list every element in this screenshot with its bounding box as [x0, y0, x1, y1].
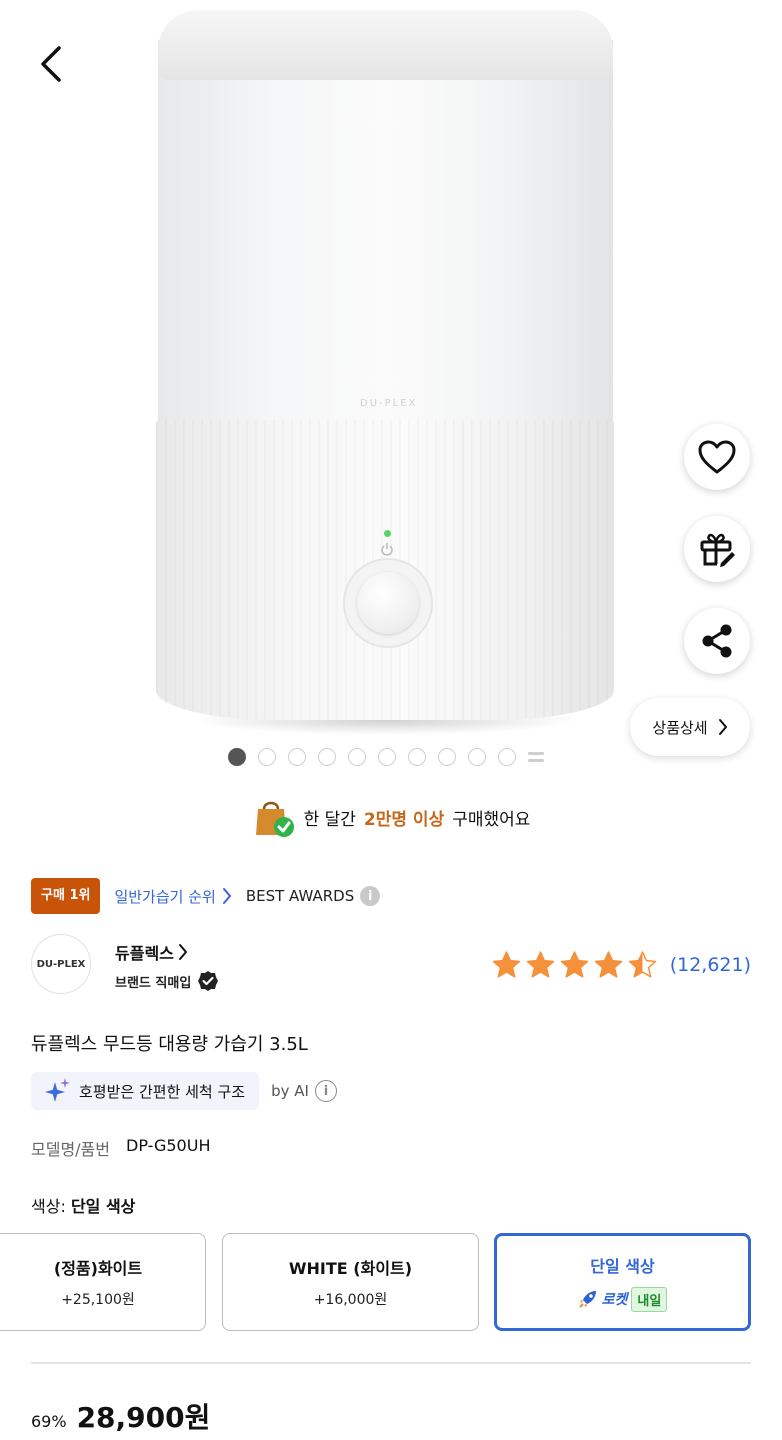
star-rating — [491, 950, 658, 979]
ai-summary-row: 호평받은 간편한 세척 구조 by AI i — [31, 1072, 337, 1110]
color-selected: 단일 색상 — [70, 1197, 136, 1216]
chevron-right-icon — [222, 888, 231, 904]
sparkle-icon — [45, 1078, 70, 1102]
share-button[interactable] — [684, 608, 750, 674]
star-icon — [560, 951, 588, 978]
carousel-indicator — [228, 748, 544, 766]
carousel-dot[interactable] — [288, 748, 306, 766]
info-icon[interactable]: i — [314, 1080, 337, 1102]
best-awards-link[interactable]: BEST AWARDS i — [245, 886, 381, 906]
model-value: DP-G50UH — [126, 1136, 211, 1155]
star-icon — [492, 951, 520, 978]
share-icon — [702, 624, 732, 658]
chevron-right-icon — [178, 944, 187, 960]
color-label: 색상: — [31, 1197, 66, 1216]
badge-row: 구매 1위 일반가습기 순위 BEST AWARDS i — [31, 878, 381, 914]
banner-highlight: 2만명 이상 — [363, 809, 445, 830]
option-card[interactable]: WHITE (화이트) +16,000원 — [222, 1233, 479, 1331]
category-rank-link[interactable]: 일반가습기 순위 — [114, 886, 231, 907]
star-icon — [594, 951, 622, 978]
back-button[interactable] — [24, 36, 80, 92]
ai-summary-text: 호평받은 간편한 세척 구조 — [79, 1082, 246, 1101]
model-row: 모델명/품번 DP-G50UH — [31, 1136, 210, 1160]
product-image-area: DU-PLEX 상품상세 — [0, 0, 782, 790]
carousel-dot[interactable] — [438, 748, 456, 766]
info-icon: i — [360, 886, 381, 906]
verified-icon — [198, 971, 219, 991]
heart-icon — [698, 440, 736, 474]
option-name: 단일 색상 — [590, 1256, 655, 1276]
option-list: (정품)화이트 +25,100원 WHITE (화이트) +16,000원 단일… — [0, 1233, 782, 1333]
banner-suffix: 구매했어요 — [452, 809, 531, 830]
shopping-bag-check-icon — [255, 801, 294, 837]
carousel-dot[interactable] — [498, 748, 516, 766]
option-card[interactable]: (정품)화이트 +25,100원 — [0, 1233, 206, 1331]
brand-link[interactable]: 듀플렉스 — [115, 940, 188, 964]
chevron-right-icon — [718, 719, 727, 735]
by-ai-text: by AI — [271, 1082, 309, 1100]
option-card-selected[interactable]: 단일 색상 로켓 내일 — [494, 1233, 751, 1331]
banner-prefix: 한 달간 — [303, 809, 356, 830]
review-count: (12,621) — [669, 953, 751, 976]
carousel-more-icon — [528, 748, 544, 766]
category-rank-label: 일반가습기 순위 — [114, 887, 216, 906]
rocket-delivery-badge: 로켓 내일 — [578, 1286, 668, 1312]
purchase-count-banner: 한 달간 2만명 이상 구매했어요 — [0, 790, 782, 844]
carousel-dot[interactable] — [228, 748, 246, 766]
product-title: 듀플렉스 무드등 대용량 가습기 3.5L — [31, 1034, 308, 1055]
rocket-label: 로켓 — [601, 1292, 628, 1308]
carousel-dot[interactable] — [258, 748, 276, 766]
brand-name: 듀플렉스 — [115, 944, 174, 963]
brand-direct-badge: 브랜드 직매입 — [115, 970, 219, 992]
product-brand-mark: DU-PLEX — [360, 398, 418, 409]
product-detail-label: 상품상세 — [652, 718, 708, 737]
divider — [31, 1362, 751, 1364]
price-row: 69% 28,900원 — [31, 1396, 210, 1436]
discount-rate: 69% — [31, 1412, 67, 1431]
carousel-dot[interactable] — [348, 748, 366, 766]
carousel-dot[interactable] — [408, 748, 426, 766]
brand-row: DU-PLEX 듀플렉스 브랜드 직매입 (12,621) — [31, 934, 751, 996]
product-image[interactable]: DU-PLEX — [150, 0, 620, 740]
star-icon — [628, 951, 656, 978]
rating-summary[interactable]: (12,621) — [491, 950, 751, 979]
brand-logo[interactable]: DU-PLEX — [31, 934, 91, 994]
delivery-tomorrow-badge: 내일 — [631, 1286, 668, 1312]
option-name: (정품)화이트 — [53, 1259, 143, 1278]
option-price: +16,000원 — [313, 1292, 388, 1308]
humidifier-lid — [158, 10, 613, 80]
final-price: 28,900원 — [76, 1401, 211, 1434]
by-ai-label: by AI i — [271, 1080, 337, 1102]
ai-summary-chip[interactable]: 호평받은 간편한 세척 구조 — [31, 1072, 260, 1110]
carousel-dot[interactable] — [318, 748, 336, 766]
product-detail-button[interactable]: 상품상세 — [630, 698, 750, 756]
carousel-dot[interactable] — [378, 748, 396, 766]
control-dial — [357, 572, 419, 634]
carousel-dot[interactable] — [468, 748, 486, 766]
chevron-left-icon — [41, 46, 61, 82]
wishlist-button[interactable] — [684, 424, 750, 490]
best-awards-label: BEST AWARDS — [245, 887, 355, 905]
power-led — [384, 530, 391, 537]
star-icon — [526, 951, 554, 978]
rocket-icon — [578, 1291, 596, 1308]
gift-button[interactable] — [684, 516, 750, 582]
water-tank — [158, 40, 613, 440]
gift-icon — [700, 533, 735, 567]
color-selection-label: 색상: 단일 색상 — [31, 1193, 135, 1217]
option-name: WHITE (화이트) — [288, 1259, 413, 1278]
rank-badge: 구매 1위 — [31, 878, 101, 914]
brand-direct-label: 브랜드 직매입 — [115, 975, 192, 991]
model-label: 모델명/품번 — [31, 1140, 110, 1159]
power-icon — [381, 543, 393, 556]
option-price: +25,100원 — [61, 1292, 135, 1308]
